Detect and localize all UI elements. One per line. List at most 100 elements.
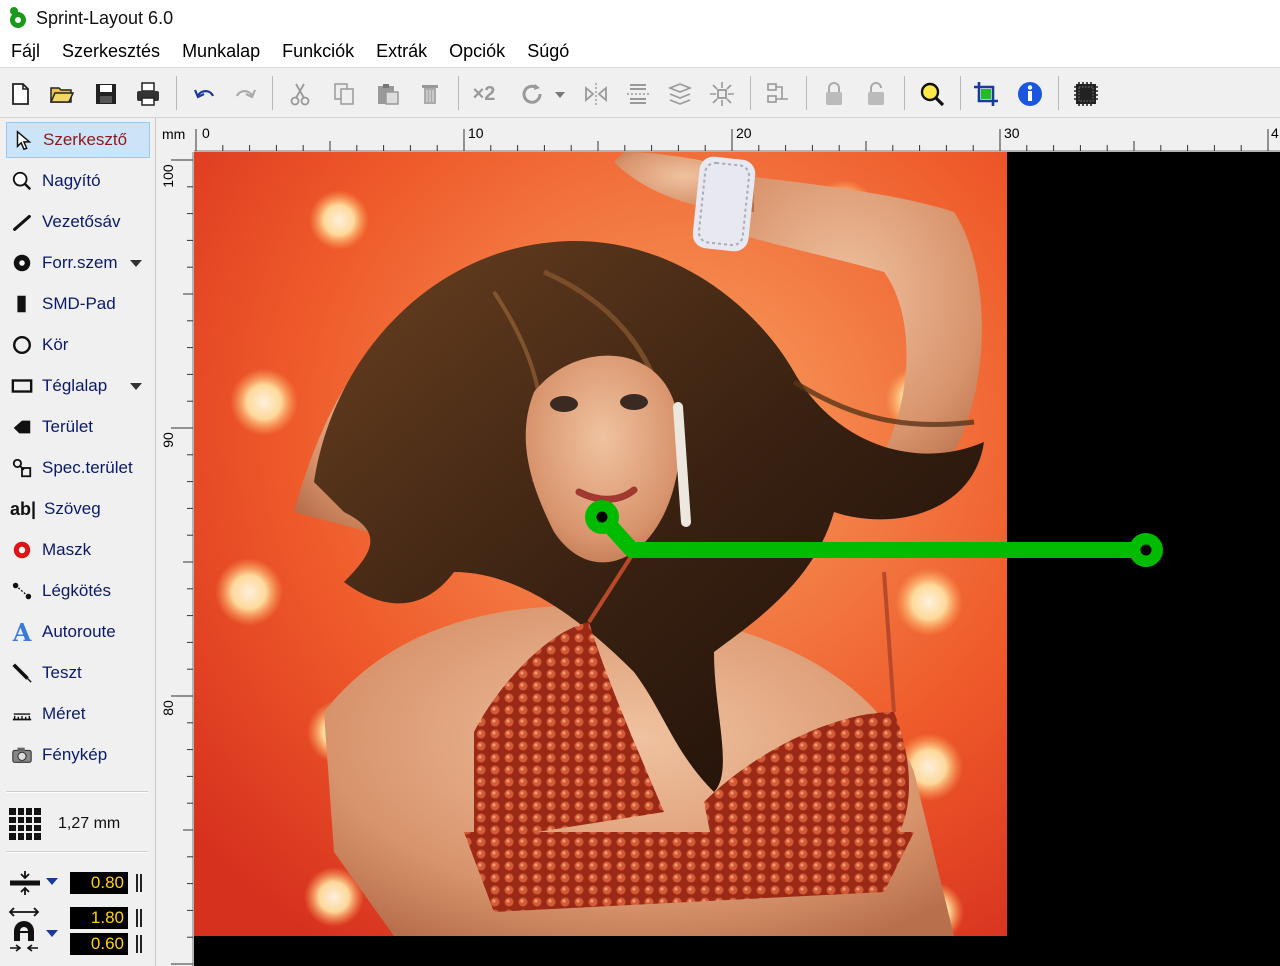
ruler-ticks — [171, 152, 194, 966]
tool-editor[interactable]: Szerkesztő — [6, 122, 150, 158]
tool-label: Nagyító — [42, 171, 101, 190]
pcb-track[interactable] — [194, 152, 1280, 966]
ruler-vertical: 100 90 80 — [156, 152, 194, 966]
airwire-icon — [8, 577, 36, 605]
undo-icon[interactable] — [188, 78, 220, 110]
chevron-down-icon[interactable] — [130, 383, 142, 390]
toolbar: ×2 — [0, 68, 1280, 118]
tool-airwire[interactable]: Légkötés — [6, 573, 150, 609]
tool-label: Vezetősáv — [42, 212, 121, 231]
unlock-icon[interactable] — [860, 78, 892, 110]
tool-special-area[interactable]: Spec.terület — [6, 450, 150, 486]
tool-label: Szöveg — [44, 499, 101, 518]
pcb-canvas[interactable] — [194, 152, 1280, 966]
new-document-icon[interactable] — [4, 78, 36, 110]
rotate-icon[interactable] — [516, 78, 548, 110]
tool-mask[interactable]: Maszk — [6, 532, 150, 568]
track-width-spinner[interactable] — [136, 874, 142, 892]
align-icon[interactable] — [664, 78, 696, 110]
pad-ring-icon[interactable] — [585, 500, 619, 534]
tool-test[interactable]: Teszt — [6, 655, 150, 691]
title-bar: Sprint-Layout 6.0 — [0, 0, 1280, 36]
panel-divider — [6, 851, 148, 853]
tool-label: Autoroute — [42, 622, 116, 641]
menu-functions[interactable]: Funkciók — [271, 41, 365, 62]
smd-pad-icon — [8, 290, 36, 318]
paste-icon[interactable] — [372, 78, 404, 110]
group-icon[interactable] — [762, 78, 794, 110]
crop-icon[interactable] — [970, 78, 1002, 110]
pad-outer-field[interactable]: 1.80 — [70, 907, 128, 929]
menu-worksheet[interactable]: Munkalap — [171, 41, 271, 62]
tool-rectangle[interactable]: Téglalap — [6, 368, 150, 404]
panel-divider — [6, 791, 148, 793]
printer-icon[interactable] — [132, 78, 164, 110]
pad-inner-spinner[interactable] — [136, 935, 142, 953]
window-title: Sprint-Layout 6.0 — [36, 7, 174, 28]
mirror-horizontal-icon[interactable] — [580, 78, 612, 110]
ruler-label-80: 80 — [160, 700, 176, 716]
ruler-ticks — [194, 129, 1280, 152]
area-icon — [8, 413, 36, 441]
camera-icon — [8, 741, 36, 769]
rectangle-icon — [8, 372, 36, 400]
track-width-field[interactable]: 0.80 — [70, 872, 128, 894]
tool-zoom[interactable]: Nagyító — [6, 163, 150, 199]
text-icon: ab| — [9, 498, 37, 519]
save-disk-icon[interactable] — [90, 78, 122, 110]
tool-photo[interactable]: Fénykép — [6, 737, 150, 773]
pad-inner-field[interactable]: 0.60 — [70, 933, 128, 955]
grid-icon — [9, 808, 41, 840]
chip-icon[interactable] — [1070, 78, 1102, 110]
tool-panel: Szerkesztő Nagyító Vezetősáv Forr.szem S… — [0, 118, 156, 966]
chevron-down-icon[interactable] — [46, 930, 58, 937]
tool-label: Méret — [42, 704, 86, 723]
tool-smd-pad[interactable]: SMD-Pad — [6, 286, 150, 322]
snap-icon[interactable] — [706, 78, 738, 110]
zoom-magnifier-icon[interactable] — [916, 78, 948, 110]
duplicate-icon[interactable]: ×2 — [468, 78, 500, 110]
pad-ring-icon[interactable] — [1129, 533, 1163, 567]
tool-area[interactable]: Terület — [6, 409, 150, 445]
tool-autoroute[interactable]: A Autoroute — [6, 614, 150, 650]
menu-edit[interactable]: Szerkesztés — [51, 41, 171, 62]
tool-circle[interactable]: Kör — [6, 327, 150, 363]
menu-bar: Fájl Szerkesztés Munkalap Funkciók Extrá… — [0, 36, 1280, 68]
cut-icon[interactable] — [284, 78, 316, 110]
menu-options[interactable]: Opciók — [438, 41, 516, 62]
mirror-vertical-icon[interactable] — [622, 78, 654, 110]
menu-extras[interactable]: Extrák — [365, 41, 438, 62]
tool-pad[interactable]: Forr.szem — [6, 245, 150, 281]
ruler-label-20: 20 — [736, 125, 752, 141]
ruler-horizontal: mm 0 10 20 30 4 — [156, 118, 1280, 152]
tool-label: Spec.terület — [42, 458, 133, 477]
trash-icon[interactable] — [414, 78, 446, 110]
redo-icon[interactable] — [230, 78, 262, 110]
chevron-down-icon[interactable] — [550, 78, 570, 110]
menu-file[interactable]: Fájl — [0, 41, 51, 62]
pad-size-icon — [8, 907, 40, 952]
autoroute-icon: A — [12, 617, 32, 647]
cursor-arrow-icon — [9, 126, 37, 154]
info-icon[interactable] — [1014, 78, 1046, 110]
tool-label: Fénykép — [42, 745, 108, 764]
open-folder-icon[interactable] — [46, 78, 78, 110]
special-area-icon — [8, 454, 36, 482]
pad-ring-icon — [8, 249, 36, 277]
tool-text[interactable]: ab| Szöveg — [6, 491, 150, 527]
ruler-label-10: 10 — [468, 125, 484, 141]
lock-icon[interactable] — [818, 78, 850, 110]
tool-label: Terület — [42, 417, 94, 436]
tool-label: SMD-Pad — [42, 294, 116, 313]
menu-help[interactable]: Súgó — [516, 41, 580, 62]
chevron-down-icon[interactable] — [46, 878, 58, 885]
ruler-label-100: 100 — [160, 164, 176, 188]
track-line-icon — [8, 208, 36, 236]
copy-icon[interactable] — [328, 78, 360, 110]
tool-track[interactable]: Vezetősáv — [6, 204, 150, 240]
chevron-down-icon[interactable] — [130, 260, 142, 267]
grid-setting[interactable]: 1,27 mm — [8, 806, 148, 842]
tool-measure[interactable]: Méret — [6, 696, 150, 732]
pad-outer-spinner[interactable] — [136, 909, 142, 927]
ruler-label-40: 4 — [1271, 125, 1279, 141]
